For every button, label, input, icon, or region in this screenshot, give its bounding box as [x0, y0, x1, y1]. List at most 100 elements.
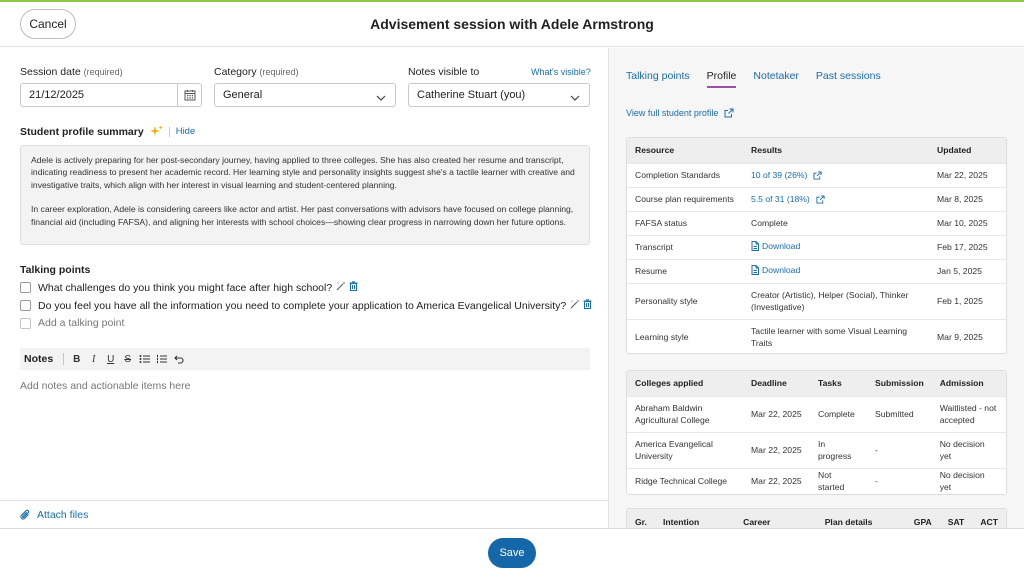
resource-name: FAFSA status [627, 210, 743, 235]
resource-name: Completion Standards [627, 162, 743, 187]
column-header: Resource [627, 138, 743, 163]
talking-point-checkbox[interactable] [20, 300, 31, 311]
tasks-status: Not started [810, 467, 867, 494]
talking-point-item: Do you feel you have all the information… [20, 299, 592, 312]
visible-to-select[interactable]: Catherine Stuart (you) [408, 83, 590, 107]
attach-files-bar[interactable]: Attach files [0, 500, 608, 528]
result-link[interactable]: 5.5 of 31 (18%) [751, 193, 825, 205]
session-date-label: Session date (required) [20, 66, 123, 78]
submission-status: - [867, 431, 932, 468]
column-header: Career [735, 509, 817, 528]
paperclip-icon [20, 509, 31, 521]
view-profile-row[interactable]: View full student profile [626, 108, 734, 118]
notes-editor[interactable]: Add notes and actionable items here [20, 380, 190, 392]
right-pane: Talking points Profile Notetaker Past se… [608, 48, 1024, 528]
calendar-icon[interactable] [177, 84, 201, 106]
toolbar-divider [63, 353, 65, 365]
table-row: FAFSA status Complete Mar 10, 2025 [627, 210, 1006, 235]
left-pane: Session date (required) 21/12/2025 Categ… [0, 48, 608, 528]
session-date-label-text: Session date [20, 66, 81, 78]
plans-card: Gr. Intention Career Plan details GPA SA… [626, 508, 1007, 528]
underline-button[interactable]: U [102, 351, 119, 367]
talking-points-heading: Talking points [20, 264, 91, 276]
column-header: Submission [867, 371, 932, 396]
hide-summary-link[interactable]: Hide [176, 126, 196, 137]
column-header: Deadline [743, 371, 810, 396]
column-header: Gr. [627, 509, 655, 528]
updated-date: Mar 10, 2025 [929, 210, 1006, 235]
admission-status: No decision yet [931, 467, 1006, 494]
summary-heading: Student profile summary [20, 125, 144, 138]
tab-profile[interactable]: Profile [706, 70, 736, 88]
resource-name: Resume [627, 258, 743, 283]
bold-button[interactable]: B [68, 351, 85, 367]
column-header: Colleges applied [627, 371, 743, 396]
notes-label: Notes [24, 353, 54, 365]
cancel-button[interactable]: Cancel [20, 9, 76, 39]
deadline: Mar 22, 2025 [743, 395, 810, 432]
chevron-down-icon [376, 92, 386, 104]
tab-notetaker[interactable]: Notetaker [753, 70, 799, 88]
file-icon [751, 241, 759, 251]
table-row: Abraham Baldwin Agricultural College Mar… [627, 395, 1006, 432]
table-row: Course plan requirements 5.5 of 31 (18%)… [627, 186, 1006, 211]
category-select[interactable]: General [214, 83, 396, 107]
download-link[interactable]: Download [751, 264, 800, 276]
deadline: Mar 22, 2025 [743, 467, 810, 494]
add-talking-point-row[interactable]: Add a talking point [20, 317, 124, 329]
talking-point-item: What challenges do you think you might f… [20, 281, 358, 294]
updated-date: Feb 1, 2025 [929, 282, 1006, 319]
magic-wand-icon[interactable] [336, 281, 346, 294]
save-button[interactable]: Save [488, 537, 536, 568]
table-row: America Evangelical University Mar 22, 2… [627, 431, 1006, 468]
resource-name: Transcript [627, 234, 743, 259]
admission-status: Waitlisted - not accepted [931, 395, 1006, 432]
talking-point-checkbox[interactable] [20, 282, 31, 293]
category-value: General [223, 89, 263, 101]
resource-name: Course plan requirements [627, 186, 743, 211]
result-text: Complete [743, 210, 929, 235]
category-required: (required) [259, 67, 299, 77]
resource-name: Personality style [627, 282, 743, 319]
submission-status: Submitted [867, 395, 932, 432]
result-link[interactable]: 10 of 39 (26%) [751, 169, 822, 181]
column-header: SAT [939, 509, 973, 528]
tab-talking-points[interactable]: Talking points [626, 70, 690, 88]
magic-wand-icon[interactable] [570, 299, 580, 312]
attach-files-label: Attach files [37, 508, 89, 521]
undo-icon[interactable] [170, 351, 187, 367]
column-header: Tasks [810, 371, 867, 396]
result-text: Tactile learner with some Visual Learnin… [743, 318, 929, 353]
numbered-list-icon[interactable] [153, 351, 170, 367]
tab-past-sessions[interactable]: Past sessions [816, 70, 881, 88]
page-title: Advisement session with Adele Armstrong [370, 16, 654, 32]
updated-date: Jan 5, 2025 [929, 258, 1006, 283]
whats-visible-link[interactable]: What's visible? [531, 67, 591, 77]
external-link-icon [724, 108, 734, 118]
add-talking-point-input[interactable]: Add a talking point [38, 317, 124, 329]
footer: Save [0, 528, 1024, 576]
strikethrough-button[interactable]: S [119, 351, 136, 367]
notes-toolbar: Notes B I U S [20, 348, 590, 370]
college-name: Abraham Baldwin Agricultural College [627, 395, 743, 432]
bullet-list-icon[interactable] [136, 351, 153, 367]
resource-name: Learning style [627, 318, 743, 353]
download-link[interactable]: Download [751, 240, 800, 252]
deadline: Mar 22, 2025 [743, 431, 810, 468]
external-link-icon [813, 170, 822, 180]
table-row: Ridge Technical College Mar 22, 2025 Not… [627, 467, 1006, 494]
visible-to-value: Catherine Stuart (you) [417, 89, 526, 101]
trash-icon[interactable] [349, 281, 358, 294]
download-link-text: Download [762, 265, 801, 275]
italic-button[interactable]: I [85, 351, 102, 367]
table-header-row: Colleges applied Deadline Tasks Submissi… [627, 371, 1006, 396]
updated-date: Mar 22, 2025 [929, 162, 1006, 187]
category-label-text: Category [214, 66, 257, 78]
right-tabs: Talking points Profile Notetaker Past se… [626, 70, 898, 88]
session-date-input[interactable]: 21/12/2025 [20, 83, 202, 107]
table-row: Learning style Tactile learner with some… [627, 318, 1006, 353]
trash-icon[interactable] [583, 299, 592, 312]
resources-card: Resource Results Updated Completion Stan… [626, 137, 1007, 354]
view-profile-link[interactable]: View full student profile [626, 108, 718, 118]
colleges-card: Colleges applied Deadline Tasks Submissi… [626, 370, 1007, 495]
